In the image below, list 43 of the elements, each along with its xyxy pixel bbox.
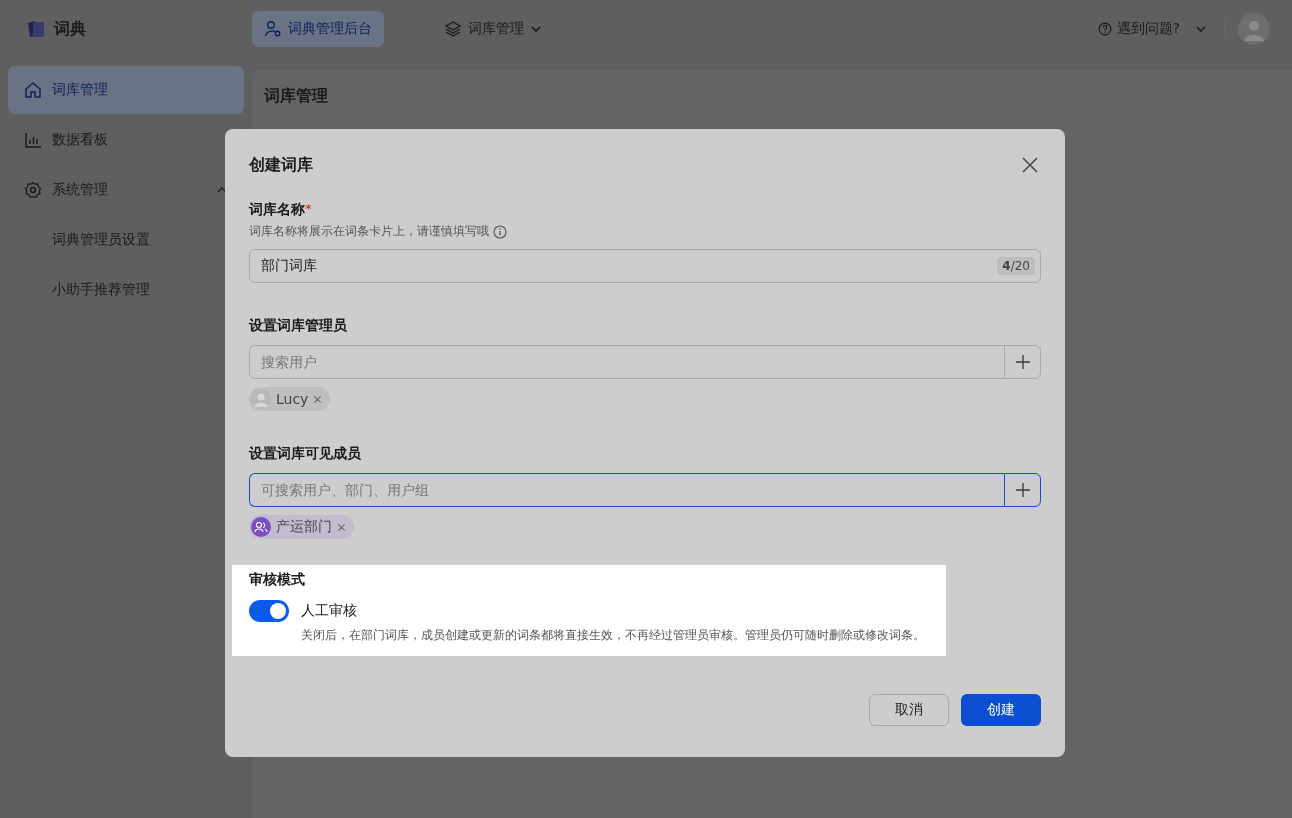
group-icon [251, 517, 271, 537]
search-field[interactable]: 可搜索用户、部门、用户组 [249, 473, 1004, 507]
field-label: 词库名称 [249, 201, 305, 219]
user-avatar-icon [251, 389, 271, 409]
required-mark: * [305, 201, 312, 218]
plus-icon [1014, 354, 1031, 370]
book-logo-icon [26, 19, 46, 39]
help-icon [1097, 22, 1112, 36]
field-label: 设置词库管理员 [249, 317, 347, 333]
app-name: 词典 [54, 18, 86, 40]
add-button[interactable] [1004, 473, 1041, 507]
sidebar-item[interactable]: 数据看板 [8, 116, 244, 164]
toggle-label: 人工审核 [301, 602, 357, 620]
remove-tag-icon[interactable] [313, 394, 323, 404]
nav-tab[interactable]: 词典管理后台 [252, 11, 384, 47]
field-label: 审核模式 [249, 571, 306, 589]
char-counter: 4/20 [997, 257, 1035, 275]
review-description: 关闭后，在部门词库，成员创建或更新的词条都将直接生效，不再经过管理员审核。管理员仍可随时删除或修改词条。 [301, 627, 926, 644]
field-hint: 词库名称将展示在词条卡片上，请谨慎填写哦 [249, 223, 489, 240]
bar-chart-icon [24, 131, 42, 149]
toggle-switch[interactable] [249, 600, 289, 622]
create-button[interactable]: 创建 [961, 694, 1041, 726]
field-label: 设置词库可见成员 [249, 445, 361, 461]
add-button[interactable] [1004, 345, 1041, 379]
info-icon[interactable] [493, 224, 507, 239]
cancel-button[interactable]: 取消 [869, 694, 949, 726]
chevron-down-icon [1195, 23, 1207, 35]
layers-icon [444, 20, 462, 38]
dialog-title: 创建词库 [249, 154, 313, 176]
search-field[interactable]: 搜索用户 [249, 345, 1004, 379]
selected-tag: 产运部门 [249, 515, 354, 539]
name-input-field[interactable]: 部门词库 4/20 [249, 249, 1041, 283]
remove-tag-icon[interactable] [337, 522, 346, 532]
nav-tab[interactable]: 词库管理 [432, 11, 554, 47]
help-menu[interactable]: 遇到问题? [1091, 19, 1213, 39]
home-icon [24, 81, 42, 99]
sidebar-item[interactable]: 词库管理 [8, 66, 244, 114]
settings-icon [24, 181, 42, 199]
plus-icon [1014, 482, 1031, 498]
close-icon[interactable] [1021, 156, 1039, 174]
selected-tag: Lucy [249, 387, 331, 411]
page-title: 词库管理 [264, 86, 328, 105]
sidebar-item[interactable]: 系统管理 [8, 166, 244, 214]
